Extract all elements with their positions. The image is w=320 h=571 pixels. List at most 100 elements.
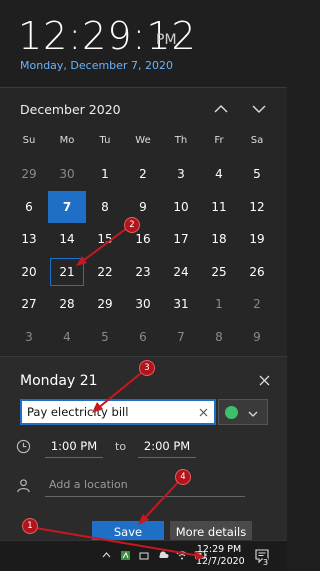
day-cell[interactable]: 4	[200, 158, 238, 191]
chevron-up-icon	[214, 105, 228, 113]
day-number: 26	[249, 264, 265, 279]
day-cell-selected[interactable]: 21	[48, 256, 86, 289]
day-cell[interactable]: 4	[48, 321, 86, 354]
day-cell[interactable]: 26	[238, 256, 276, 289]
day-cell[interactable]: 30	[48, 158, 86, 191]
day-cell[interactable]: 5	[86, 321, 124, 354]
day-number: 1	[101, 167, 109, 182]
day-cell[interactable]: 28	[48, 288, 86, 321]
day-cell[interactable]: 6	[124, 321, 162, 354]
day-cell[interactable]: 8	[86, 191, 124, 224]
app-tray-icon[interactable]	[119, 549, 131, 561]
taskbar-clock[interactable]: 12:29 PM 12/7/2020	[196, 544, 245, 568]
location-person-icon	[17, 478, 30, 492]
next-month-button[interactable]	[248, 98, 270, 120]
day-cell[interactable]: 12	[238, 191, 276, 224]
day-cell[interactable]: 17	[162, 223, 200, 256]
day-number: 29	[97, 297, 113, 312]
am-pm-indicator: PM	[156, 32, 177, 48]
day-number: 13	[21, 232, 37, 247]
day-cell[interactable]: 9	[238, 321, 276, 354]
day-number: 30	[59, 167, 75, 182]
weekday-label: Mo	[59, 135, 75, 146]
taskbar-date: 12/7/2020	[196, 556, 245, 567]
day-cell[interactable]: 3	[10, 321, 48, 354]
day-cell[interactable]: 29	[10, 158, 48, 191]
day-number: 24	[173, 264, 189, 279]
day-cell[interactable]: 15	[86, 223, 124, 256]
day-cell[interactable]: 13	[10, 223, 48, 256]
day-number: 11	[211, 199, 227, 214]
day-number: 16	[135, 232, 151, 247]
day-cell[interactable]: 24	[162, 256, 200, 289]
day-number: 2	[139, 167, 147, 182]
day-cell[interactable]: 7	[162, 321, 200, 354]
day-number: 22	[97, 264, 113, 279]
clear-input-button[interactable]	[196, 405, 210, 419]
day-cell[interactable]: 6	[10, 191, 48, 224]
day-cell[interactable]: 3	[162, 158, 200, 191]
event-time-row: 1:00 PM to 2:00 PM	[16, 433, 197, 459]
cloud-icon[interactable]	[157, 549, 169, 561]
end-time-picker[interactable]: 2:00 PM	[138, 434, 197, 458]
day-number: 17	[173, 232, 189, 247]
annotation-badge-4: 4	[175, 469, 191, 485]
day-cell[interactable]: 1	[200, 288, 238, 321]
day-cell[interactable]: 10	[162, 191, 200, 224]
start-time-picker[interactable]: 1:00 PM	[45, 434, 103, 458]
close-event-button[interactable]	[257, 373, 271, 387]
day-number: 27	[21, 297, 37, 312]
usb-icon[interactable]	[138, 549, 150, 561]
day-number: 21	[59, 264, 75, 279]
day-number: 3	[25, 329, 33, 344]
day-number: 7	[177, 329, 185, 344]
day-cell[interactable]: 29	[86, 288, 124, 321]
day-cell[interactable]: 19	[238, 223, 276, 256]
day-cell-today[interactable]: 7	[48, 190, 86, 223]
event-color-picker[interactable]	[218, 399, 268, 425]
weekday-header: Su Mo Tu We Th Fr Sa	[10, 135, 278, 146]
close-icon	[199, 408, 207, 416]
annotation-badge-3: 3	[139, 360, 155, 376]
day-cell[interactable]: 5	[238, 158, 276, 191]
day-number: 6	[139, 329, 147, 344]
day-cell[interactable]: 30	[124, 288, 162, 321]
day-cell[interactable]: 2	[238, 288, 276, 321]
event-name-field[interactable]	[20, 399, 216, 425]
day-cell[interactable]: 27	[10, 288, 48, 321]
day-cell[interactable]: 2	[124, 158, 162, 191]
event-name-input[interactable]	[22, 401, 192, 423]
to-label: to	[115, 439, 127, 453]
current-date-link[interactable]: Monday, December 7, 2020	[20, 59, 173, 72]
annotation-badge-1: 1	[22, 518, 38, 534]
day-number: 8	[215, 329, 223, 344]
clock-header: 12:29:12 PM Monday, December 7, 2020	[0, 0, 287, 88]
day-number: 18	[211, 232, 227, 247]
day-number: 23	[135, 264, 151, 279]
day-cell[interactable]: 25	[200, 256, 238, 289]
previous-month-button[interactable]	[210, 98, 232, 120]
annotation-badge-2: 2	[124, 217, 140, 233]
month-title[interactable]: December 2020	[20, 102, 121, 117]
day-number: 4	[63, 329, 71, 344]
day-number: 14	[59, 232, 75, 247]
wifi-icon[interactable]	[176, 549, 188, 561]
day-cell[interactable]: 11	[200, 191, 238, 224]
day-number: 25	[211, 264, 227, 279]
day-cell[interactable]: 23	[124, 256, 162, 289]
location-input[interactable]	[45, 473, 245, 497]
day-cell[interactable]: 20	[10, 256, 48, 289]
day-number: 12	[249, 199, 265, 214]
day-cell[interactable]: 31	[162, 288, 200, 321]
day-number: 9	[253, 329, 261, 344]
day-number: 7	[62, 199, 72, 214]
day-cell[interactable]: 18	[200, 223, 238, 256]
day-cell[interactable]: 8	[200, 321, 238, 354]
weekday-label: We	[135, 135, 151, 146]
day-number: 8	[101, 199, 109, 214]
chevron-up-icon[interactable]	[100, 549, 112, 561]
day-cell[interactable]: 1	[86, 158, 124, 191]
taskbar: 12:29 PM 12/7/2020 3	[0, 540, 287, 571]
day-cell[interactable]: 22	[86, 256, 124, 289]
day-cell[interactable]: 14	[48, 223, 86, 256]
